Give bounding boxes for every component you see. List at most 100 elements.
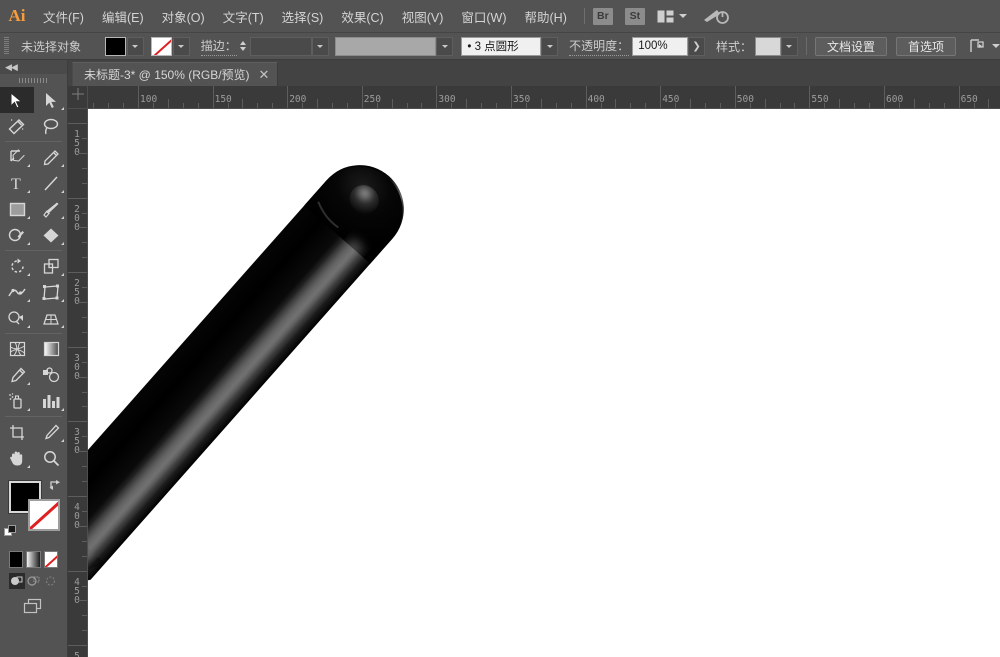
tool-perspective-grid[interactable] bbox=[34, 305, 68, 331]
vertical-ruler[interactable]: 150200250300350400450500 bbox=[68, 109, 88, 657]
flyout-indicator bbox=[27, 273, 30, 276]
stroke-weight-dropdown[interactable] bbox=[311, 36, 329, 56]
tool-line-segment[interactable] bbox=[34, 170, 68, 196]
color-mode-gradient[interactable] bbox=[26, 551, 41, 568]
opacity-input[interactable]: 100% bbox=[632, 36, 689, 56]
tool-paintbrush[interactable] bbox=[34, 196, 68, 222]
menu-help[interactable]: 帮助(H) bbox=[516, 0, 576, 32]
stroke-weight-input[interactable] bbox=[249, 36, 312, 56]
opacity-label[interactable]: 不透明度： bbox=[569, 37, 630, 56]
tool-eyedropper[interactable] bbox=[0, 362, 34, 388]
draw-normal[interactable] bbox=[9, 573, 25, 589]
stroke-swatch-dropdown[interactable] bbox=[172, 36, 190, 56]
tool-blend[interactable] bbox=[34, 362, 68, 388]
menu-type[interactable]: 文字(T) bbox=[214, 0, 273, 32]
horizontal-ruler[interactable]: 100 150 200 250 300 350 400 450 500 550 600 650 bbox=[88, 86, 1000, 109]
stroke-profile-field[interactable] bbox=[334, 36, 437, 56]
menu-select[interactable]: 选择(S) bbox=[273, 0, 333, 32]
preferences-button[interactable]: 首选项 bbox=[895, 36, 956, 56]
close-icon[interactable]: ✕ bbox=[259, 68, 270, 81]
tool-hand[interactable] bbox=[0, 445, 34, 471]
menu-object[interactable]: 对象(O) bbox=[153, 0, 214, 32]
opacity-expand-button[interactable]: ❯ bbox=[688, 36, 706, 56]
align-to-artboard-icon[interactable] bbox=[970, 39, 1000, 53]
tool-free-transform[interactable] bbox=[34, 279, 68, 305]
ruler-minor-tick bbox=[108, 103, 110, 108]
graphic-style-swatch[interactable] bbox=[755, 36, 781, 56]
tool-scale[interactable] bbox=[34, 253, 68, 279]
stroke-profile-dropdown[interactable] bbox=[436, 36, 454, 56]
ruler-minor-tick bbox=[391, 99, 393, 108]
menu-view[interactable]: 视图(V) bbox=[393, 0, 453, 32]
ruler-minor-tick bbox=[675, 103, 677, 108]
ruler-minor-tick bbox=[78, 600, 87, 602]
tool-shaper[interactable] bbox=[0, 222, 34, 248]
default-fill-stroke-icon[interactable] bbox=[4, 525, 17, 538]
draw-behind[interactable] bbox=[26, 573, 42, 589]
tool-artboard[interactable] bbox=[0, 419, 34, 445]
stroke-color-swatch[interactable] bbox=[150, 36, 172, 56]
tool-symbol-sprayer[interactable] bbox=[0, 388, 34, 414]
arrange-documents-icon[interactable] bbox=[657, 10, 687, 23]
flyout-indicator bbox=[61, 242, 64, 245]
stroke-weight-label[interactable]: 描边： bbox=[200, 37, 237, 56]
tool-rectangle[interactable] bbox=[0, 196, 34, 222]
tool-gradient[interactable] bbox=[34, 336, 68, 362]
change-screen-mode-icon[interactable] bbox=[0, 589, 67, 615]
tool-type[interactable]: T bbox=[0, 170, 34, 196]
ruler-major-tick bbox=[68, 346, 87, 348]
tool-mesh[interactable] bbox=[0, 336, 34, 362]
stroke-color-indicator[interactable] bbox=[28, 499, 60, 531]
tool-magic-wand[interactable] bbox=[0, 113, 34, 139]
black-pencil-illustration[interactable] bbox=[88, 109, 1000, 657]
fill-color-swatch[interactable] bbox=[104, 36, 126, 56]
artboard-canvas[interactable] bbox=[88, 109, 1000, 657]
chevron-down-icon bbox=[317, 44, 324, 48]
document-setup-button[interactable]: 文档设置 bbox=[814, 36, 887, 56]
flyout-indicator bbox=[61, 299, 64, 302]
tool-divider bbox=[5, 141, 62, 142]
tool-zoom[interactable] bbox=[34, 445, 68, 471]
ruler-minor-tick bbox=[82, 242, 87, 244]
color-mode-solid[interactable] bbox=[9, 551, 24, 568]
stroke-weight-stepper[interactable] bbox=[237, 37, 250, 56]
ruler-minor-tick bbox=[82, 436, 87, 438]
tool-eraser[interactable] bbox=[34, 222, 68, 248]
ruler-origin-corner[interactable] bbox=[68, 86, 88, 109]
tool-curvature[interactable] bbox=[34, 144, 68, 170]
performance-icon[interactable] bbox=[703, 7, 729, 25]
tool-rotate[interactable] bbox=[0, 253, 34, 279]
tool-pen[interactable] bbox=[0, 144, 34, 170]
document-tab[interactable]: 未标题-3* @ 150% (RGB/预览) ✕ bbox=[72, 62, 279, 86]
menu-file[interactable]: 文件(F) bbox=[34, 0, 93, 32]
tool-selection[interactable] bbox=[0, 87, 34, 113]
draw-inside[interactable] bbox=[42, 573, 58, 589]
menu-window[interactable]: 窗口(W) bbox=[452, 0, 515, 32]
tool-column-graph[interactable] bbox=[34, 388, 68, 414]
tool-lasso[interactable] bbox=[34, 113, 68, 139]
brush-definition-field[interactable]: • 3 点圆形 bbox=[461, 36, 542, 56]
menu-edit[interactable]: 编辑(E) bbox=[93, 0, 153, 32]
bridge-button[interactable]: Br bbox=[592, 7, 613, 25]
tools-panel-header[interactable]: ◀◀ bbox=[0, 60, 67, 74]
drawing-mode-buttons bbox=[0, 568, 67, 589]
color-mode-none[interactable] bbox=[43, 551, 58, 568]
tool-direct-selection[interactable] bbox=[34, 87, 68, 113]
swap-fill-stroke-icon[interactable] bbox=[49, 479, 62, 495]
control-bar-grip[interactable] bbox=[4, 37, 9, 55]
graphic-style-dropdown[interactable] bbox=[781, 36, 798, 56]
stock-button[interactable]: St bbox=[624, 7, 645, 25]
ruler-minor-tick bbox=[555, 103, 557, 108]
collapse-panel-icon[interactable]: ◀◀ bbox=[5, 62, 18, 73]
ruler-minor-tick bbox=[824, 103, 826, 108]
tool-width[interactable] bbox=[0, 279, 34, 305]
ruler-minor-tick bbox=[82, 257, 87, 259]
tools-panel-grip[interactable] bbox=[0, 74, 67, 87]
style-label: 样式： bbox=[716, 39, 753, 54]
fill-swatch-dropdown[interactable] bbox=[126, 36, 144, 56]
tool-shape-builder[interactable] bbox=[0, 305, 34, 331]
brush-definition-dropdown[interactable] bbox=[541, 36, 559, 56]
ruler-minor-tick bbox=[82, 466, 87, 468]
tool-slice[interactable] bbox=[34, 419, 68, 445]
menu-effect[interactable]: 效果(C) bbox=[332, 0, 392, 32]
